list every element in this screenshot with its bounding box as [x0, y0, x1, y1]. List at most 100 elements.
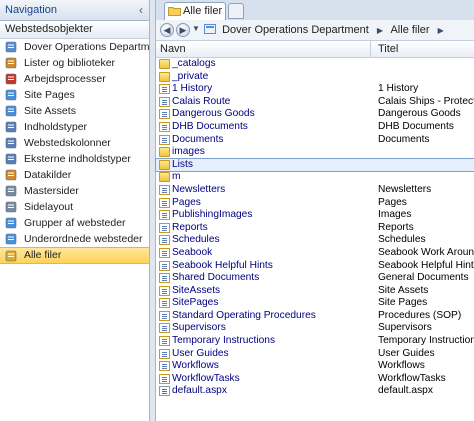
table-row[interactable]: images	[156, 146, 474, 159]
history-dropdown-icon[interactable]: ▼	[192, 24, 200, 33]
row-name[interactable]: Seabook Helpful Hints	[172, 260, 368, 273]
row-name[interactable]: 1 History	[172, 83, 368, 96]
nav-item-9[interactable]: Datakilder	[0, 167, 149, 183]
list-icon	[159, 210, 170, 221]
table-row[interactable]: Dangerous Goods Dangerous Goods	[156, 108, 474, 121]
table-row[interactable]: DHB Documents DHB Documents	[156, 121, 474, 134]
external-types-icon	[5, 153, 17, 165]
forward-icon[interactable]: ▶	[176, 23, 190, 37]
nav-item-8[interactable]: Eksterne indholdstyper	[0, 151, 149, 167]
column-header-name[interactable]: Navn	[160, 41, 371, 57]
back-icon[interactable]: ◀	[160, 23, 174, 37]
table-row[interactable]: User Guides User Guides	[156, 348, 474, 361]
nav-item-13[interactable]: Underordnede websteder	[0, 231, 149, 247]
nav-item-5[interactable]: Site Assets	[0, 103, 149, 119]
row-name[interactable]: Documents	[172, 134, 368, 147]
row-name[interactable]: default.aspx	[172, 385, 368, 398]
table-row[interactable]: Workflows Workflows	[156, 360, 474, 373]
table-row[interactable]: SiteAssets Site Assets	[156, 285, 474, 298]
nav-item-1[interactable]: Dover Operations Department	[0, 39, 149, 55]
breadcrumb-item-all-files[interactable]: Alle filer	[390, 24, 429, 36]
columns-icon	[5, 137, 17, 149]
column-header-title[interactable]: Titel	[378, 41, 398, 57]
row-name[interactable]: images	[172, 146, 368, 159]
nav-item-3[interactable]: Arbejdsprocesser	[0, 71, 149, 87]
row-name[interactable]: PublishingImages	[172, 209, 368, 222]
nav-item-6[interactable]: Indholdstyper	[0, 119, 149, 135]
table-row[interactable]: Standard Operating Procedures Procedures …	[156, 310, 474, 323]
nav-item-label: Lister og biblioteker	[24, 57, 116, 69]
site-objects-label: Webstedsobjekter	[5, 23, 93, 35]
table-row[interactable]: Lists	[155, 157, 474, 173]
collapse-pane-icon[interactable]: ‹	[139, 0, 143, 20]
row-name[interactable]: Dangerous Goods	[172, 108, 368, 121]
table-row[interactable]: default.aspx default.aspx	[156, 385, 474, 398]
table-row[interactable]: Seabook Helpful Hints Seabook Helpful Hin…	[156, 260, 474, 273]
table-row[interactable]: _private	[156, 71, 474, 84]
nav-item-7[interactable]: Webstedskolonner	[0, 135, 149, 151]
table-row[interactable]: Seabook Seabook Work Arounds	[156, 247, 474, 260]
folder-icon	[168, 7, 181, 16]
row-name[interactable]: SitePages	[172, 297, 368, 310]
site-icon	[5, 41, 17, 53]
table-row[interactable]: _catalogs	[156, 58, 474, 71]
subsites-icon	[5, 233, 17, 245]
site-icon	[204, 24, 216, 34]
row-name[interactable]: Pages	[172, 197, 368, 210]
nav-item-10[interactable]: Mastersider	[0, 183, 149, 199]
nav-item-14[interactable]: Alle filer	[0, 247, 149, 264]
breadcrumb-item-site[interactable]: Dover Operations Department	[222, 24, 369, 36]
row-name[interactable]: DHB Documents	[172, 121, 368, 134]
row-name[interactable]: Shared Documents	[172, 272, 368, 285]
row-name[interactable]: Calais Route	[172, 96, 368, 109]
table-row[interactable]: Temporary Instructions Temporary Instruct…	[156, 335, 474, 348]
table-row[interactable]: Shared Documents General Documents	[156, 272, 474, 285]
row-name[interactable]: Lists	[172, 159, 368, 172]
row-name[interactable]: WorkflowTasks	[172, 373, 368, 386]
table-row[interactable]: PublishingImages Images	[156, 209, 474, 222]
navigation-title: Navigation	[5, 4, 57, 16]
pages-icon	[5, 89, 17, 101]
row-name[interactable]: Newsletters	[172, 184, 368, 197]
table-row[interactable]: Calais Route Calais Ships - Protected	[156, 96, 474, 109]
row-name[interactable]: Standard Operating Procedures	[172, 310, 368, 323]
row-name[interactable]: Schedules	[172, 234, 368, 247]
tab-label: Alle filer	[183, 5, 223, 17]
row-title: Site Assets	[378, 284, 429, 296]
table-row[interactable]: Schedules Schedules	[156, 234, 474, 247]
row-name[interactable]: m	[172, 171, 368, 184]
tab-all-files[interactable]: Alle filer	[164, 2, 226, 20]
new-tab-icon[interactable]	[228, 3, 244, 19]
row-name[interactable]: _private	[172, 71, 368, 84]
list-icon	[159, 134, 170, 145]
list-icon	[159, 84, 170, 95]
row-name[interactable]: Seabook	[172, 247, 368, 260]
row-name[interactable]: Reports	[172, 222, 368, 235]
nav-item-12[interactable]: Grupper af websteder	[0, 215, 149, 231]
nav-item-2[interactable]: Lister og biblioteker	[0, 55, 149, 71]
breadcrumb-separator-icon[interactable]: ▶	[438, 26, 444, 35]
table-row[interactable]: Pages Pages	[156, 197, 474, 210]
table-row[interactable]: 1 History 1 History	[156, 83, 474, 96]
nav-item-label: Site Assets	[24, 105, 76, 117]
table-row[interactable]: WorkflowTasks WorkflowTasks	[156, 373, 474, 386]
row-name[interactable]: _catalogs	[172, 58, 368, 71]
table-row[interactable]: Reports Reports	[156, 222, 474, 235]
nav-item-4[interactable]: Site Pages	[0, 87, 149, 103]
row-name[interactable]: SiteAssets	[172, 285, 368, 298]
table-row[interactable]: Supervisors Supervisors	[156, 322, 474, 335]
row-name[interactable]: Temporary Instructions	[172, 335, 368, 348]
table-row[interactable]: Newsletters Newsletters	[156, 184, 474, 197]
row-name[interactable]: Workflows	[172, 360, 368, 373]
nav-item-label: Grupper af websteder	[24, 217, 126, 229]
table-row[interactable]: SitePages Site Pages	[156, 297, 474, 310]
nav-item-11[interactable]: Sidelayout	[0, 199, 149, 215]
row-name[interactable]: User Guides	[172, 348, 368, 361]
table-row[interactable]: Documents Documents	[156, 134, 474, 147]
all-files-icon	[5, 250, 17, 262]
site-objects-group[interactable]: Webstedsobjekter	[0, 21, 149, 39]
table-row[interactable]: m	[156, 171, 474, 184]
breadcrumb-separator-icon[interactable]: ▶	[377, 26, 383, 35]
row-name[interactable]: Supervisors	[172, 322, 368, 335]
nav-item-label: Eksterne indholdstyper	[24, 153, 131, 165]
